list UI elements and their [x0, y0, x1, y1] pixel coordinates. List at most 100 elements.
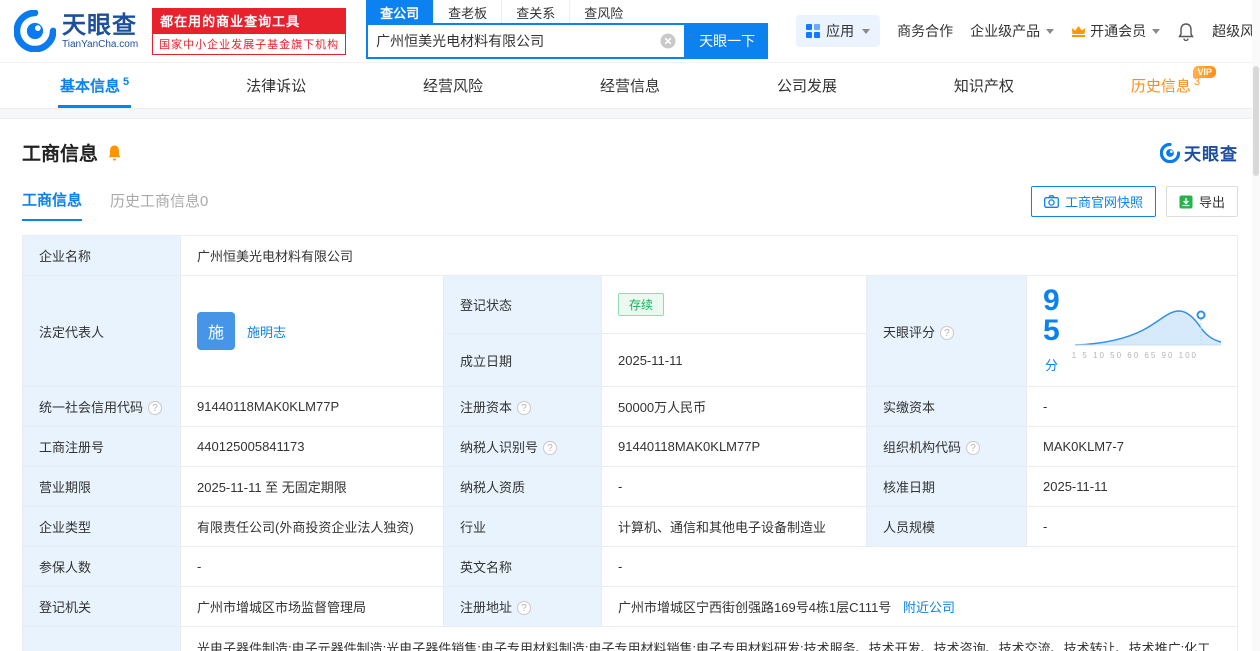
tab-label: 法律诉讼 [246, 78, 307, 95]
help-icon[interactable]: ? [517, 401, 532, 415]
reg-address-label: 注册地址 [460, 600, 513, 615]
tab-intellectual-property[interactable]: 知识产权 [952, 63, 1016, 108]
taxpayer-id-label: 纳税人识别号 [460, 440, 539, 455]
legal-rep-link[interactable]: 施明志 [247, 322, 286, 341]
company-type-label: 企业类型 [22, 506, 181, 547]
reg-status-cell: 存续 [601, 274, 867, 335]
help-icon[interactable]: ? [940, 325, 955, 340]
taxpayer-quality-label: 纳税人资质 [443, 466, 602, 507]
nearby-companies-link[interactable]: 附近公司 [903, 600, 955, 615]
subtab-history-business-info[interactable]: 历史工商信息0 [110, 190, 208, 220]
reg-address-cell: 广州市增城区宁西街创强路169号4栋1层C111号 附近公司 [601, 586, 1238, 627]
search-input[interactable] [376, 33, 661, 49]
top-header: 天眼查 TianYanCha.com 都在用的商业查询工具 国家中小企业发展子基… [0, 0, 1260, 62]
tab-label: 知识产权 [953, 78, 1014, 95]
reg-authority-label: 登记机关 [22, 586, 181, 627]
help-icon[interactable]: ? [966, 441, 981, 455]
tab-label: 基本信息 [60, 78, 121, 95]
notification-bell-icon[interactable] [1177, 22, 1195, 41]
chevron-down-icon [1046, 28, 1055, 34]
reg-capital-value: 50000万人民币 [601, 386, 867, 427]
insured-count-value: - [180, 546, 444, 587]
score-cell: 95 分 1 5 10 50 60 65 90 100 [1026, 275, 1238, 387]
score-sparkline: 1 5 10 50 60 65 90 100 [1072, 303, 1224, 360]
taxpayer-id-label-cell: 纳税人识别号? [443, 426, 602, 467]
staff-size-value: - [1026, 506, 1238, 547]
credit-code-label-cell: 统一社会信用代码? [22, 386, 181, 427]
apps-menu[interactable]: 应用 [796, 15, 881, 47]
search-tab-boss[interactable]: 查老板 [433, 0, 501, 23]
tab-operation-risk[interactable]: 经营风险 [421, 63, 485, 108]
business-info-table: 企业名称 广州恒美光电材料有限公司 法定代表人 施 施明志 登记状态 存续 天眼… [22, 235, 1238, 651]
tab-legal-litigation[interactable]: 法律诉讼 [244, 63, 308, 108]
industry-value: 计算机、通信和其他电子设备制造业 [601, 506, 867, 547]
status-badge: 存续 [618, 293, 665, 317]
search-box [366, 23, 687, 59]
menu-enterprise[interactable]: 企业级产品 [970, 21, 1055, 41]
notice-bell-icon[interactable] [106, 144, 123, 162]
slogan-badge: 都在用的商业查询工具 国家中小企业发展子基金旗下机构 [152, 7, 347, 55]
official-snapshot-button[interactable]: 工商官网快照 [1030, 186, 1156, 217]
tab-history-info[interactable]: VIP 历史信息 3 [1129, 63, 1216, 108]
scrollbar[interactable] [1252, 0, 1260, 651]
tianyancha-logo[interactable]: 天眼查 TianYanCha.com [14, 10, 138, 52]
legal-rep-avatar[interactable]: 施 [197, 312, 235, 350]
help-icon[interactable]: ? [148, 401, 163, 415]
chevron-down-icon [1152, 28, 1161, 34]
search-block: 查公司 查老板 查关系 查风险 天眼一下 [366, 0, 769, 59]
search-tab-relation[interactable]: 查关系 [501, 0, 569, 23]
company-nav-tabs: 基本信息 5 法律诉讼 经营风险 经营信息 公司发展 知识产权 VIP 历史信息 3 [0, 62, 1260, 109]
chevron-down-icon [862, 28, 871, 34]
tab-basic-info[interactable]: 基本信息 5 [58, 63, 132, 108]
search-tab-company[interactable]: 查公司 [366, 0, 434, 23]
camera-icon [1044, 195, 1059, 208]
brand-name: 天眼查 [62, 11, 137, 39]
tab-label: 经营信息 [599, 78, 660, 95]
menu-vip[interactable]: 开通会员 [1071, 21, 1161, 41]
section-divider [0, 109, 1260, 119]
crown-icon [1071, 25, 1086, 37]
business-scope-value: 光电子器件制造;电子元器件制造;光电子器件销售;电子专用材料制造;电子专用材料销… [180, 626, 1238, 651]
business-term-label: 营业期限 [22, 466, 181, 507]
reg-address-value: 广州市增城区宁西街创强路169号4栋1层C111号 [618, 600, 892, 615]
help-icon[interactable]: ? [517, 601, 532, 615]
help-icon[interactable]: ? [543, 441, 558, 455]
company-type-value: 有限责任公司(外商投资企业法人独资) [180, 506, 444, 547]
business-info-subtabs: 工商信息 历史工商信息0 工商官网快照 导出 [22, 186, 1238, 223]
approval-date-label: 核准日期 [866, 466, 1027, 507]
company-name-value: 广州恒美光电材料有限公司 [180, 235, 1238, 276]
tab-operation-info[interactable]: 经营信息 [598, 63, 662, 108]
score-number: 95 [1043, 284, 1060, 347]
menu-vip-label: 开通会员 [1090, 23, 1147, 39]
snapshot-button-label: 工商官网快照 [1064, 195, 1143, 210]
scrollbar-thumb[interactable] [1253, 66, 1259, 176]
apps-grid-icon [806, 24, 821, 38]
insured-count-label: 参保人数 [22, 546, 181, 587]
score-unit: 分 [1045, 358, 1059, 373]
org-code-value: MAK0KLM7-7 [1026, 426, 1238, 467]
score-curve-chart [1074, 309, 1221, 346]
search-button[interactable]: 天眼一下 [686, 23, 769, 59]
export-file-icon [1179, 195, 1193, 208]
business-term-value: 2025-11-11 至 无固定期限 [180, 466, 444, 507]
subtab-business-info[interactable]: 工商信息 [22, 189, 83, 221]
english-name-label: 英文名称 [443, 546, 602, 587]
tianyancha-watermark: 天眼查 [1160, 140, 1238, 165]
industry-label: 行业 [443, 506, 602, 547]
export-button[interactable]: 导出 [1165, 186, 1238, 217]
reg-authority-value: 广州市增城区市场监督管理局 [180, 586, 444, 627]
tab-count: 5 [123, 75, 130, 88]
menu-cooperation[interactable]: 商务合作 [897, 21, 953, 41]
tab-company-development[interactable]: 公司发展 [775, 63, 839, 108]
watermark-label: 天眼查 [1184, 145, 1238, 164]
tab-label: 公司发展 [776, 78, 837, 95]
clear-icon[interactable] [660, 33, 676, 49]
staff-size-label: 人员规模 [866, 506, 1027, 547]
legal-rep-cell: 施 施明志 [180, 275, 444, 387]
reg-capital-label-cell: 注册资本? [443, 386, 602, 427]
est-date-value: 2025-11-11 [601, 333, 867, 387]
tab-count: 3 [1193, 75, 1200, 88]
apps-menu-label: 应用 [826, 23, 855, 39]
approval-date-value: 2025-11-11 [1026, 466, 1238, 507]
search-tab-risk[interactable]: 查风险 [569, 0, 637, 23]
